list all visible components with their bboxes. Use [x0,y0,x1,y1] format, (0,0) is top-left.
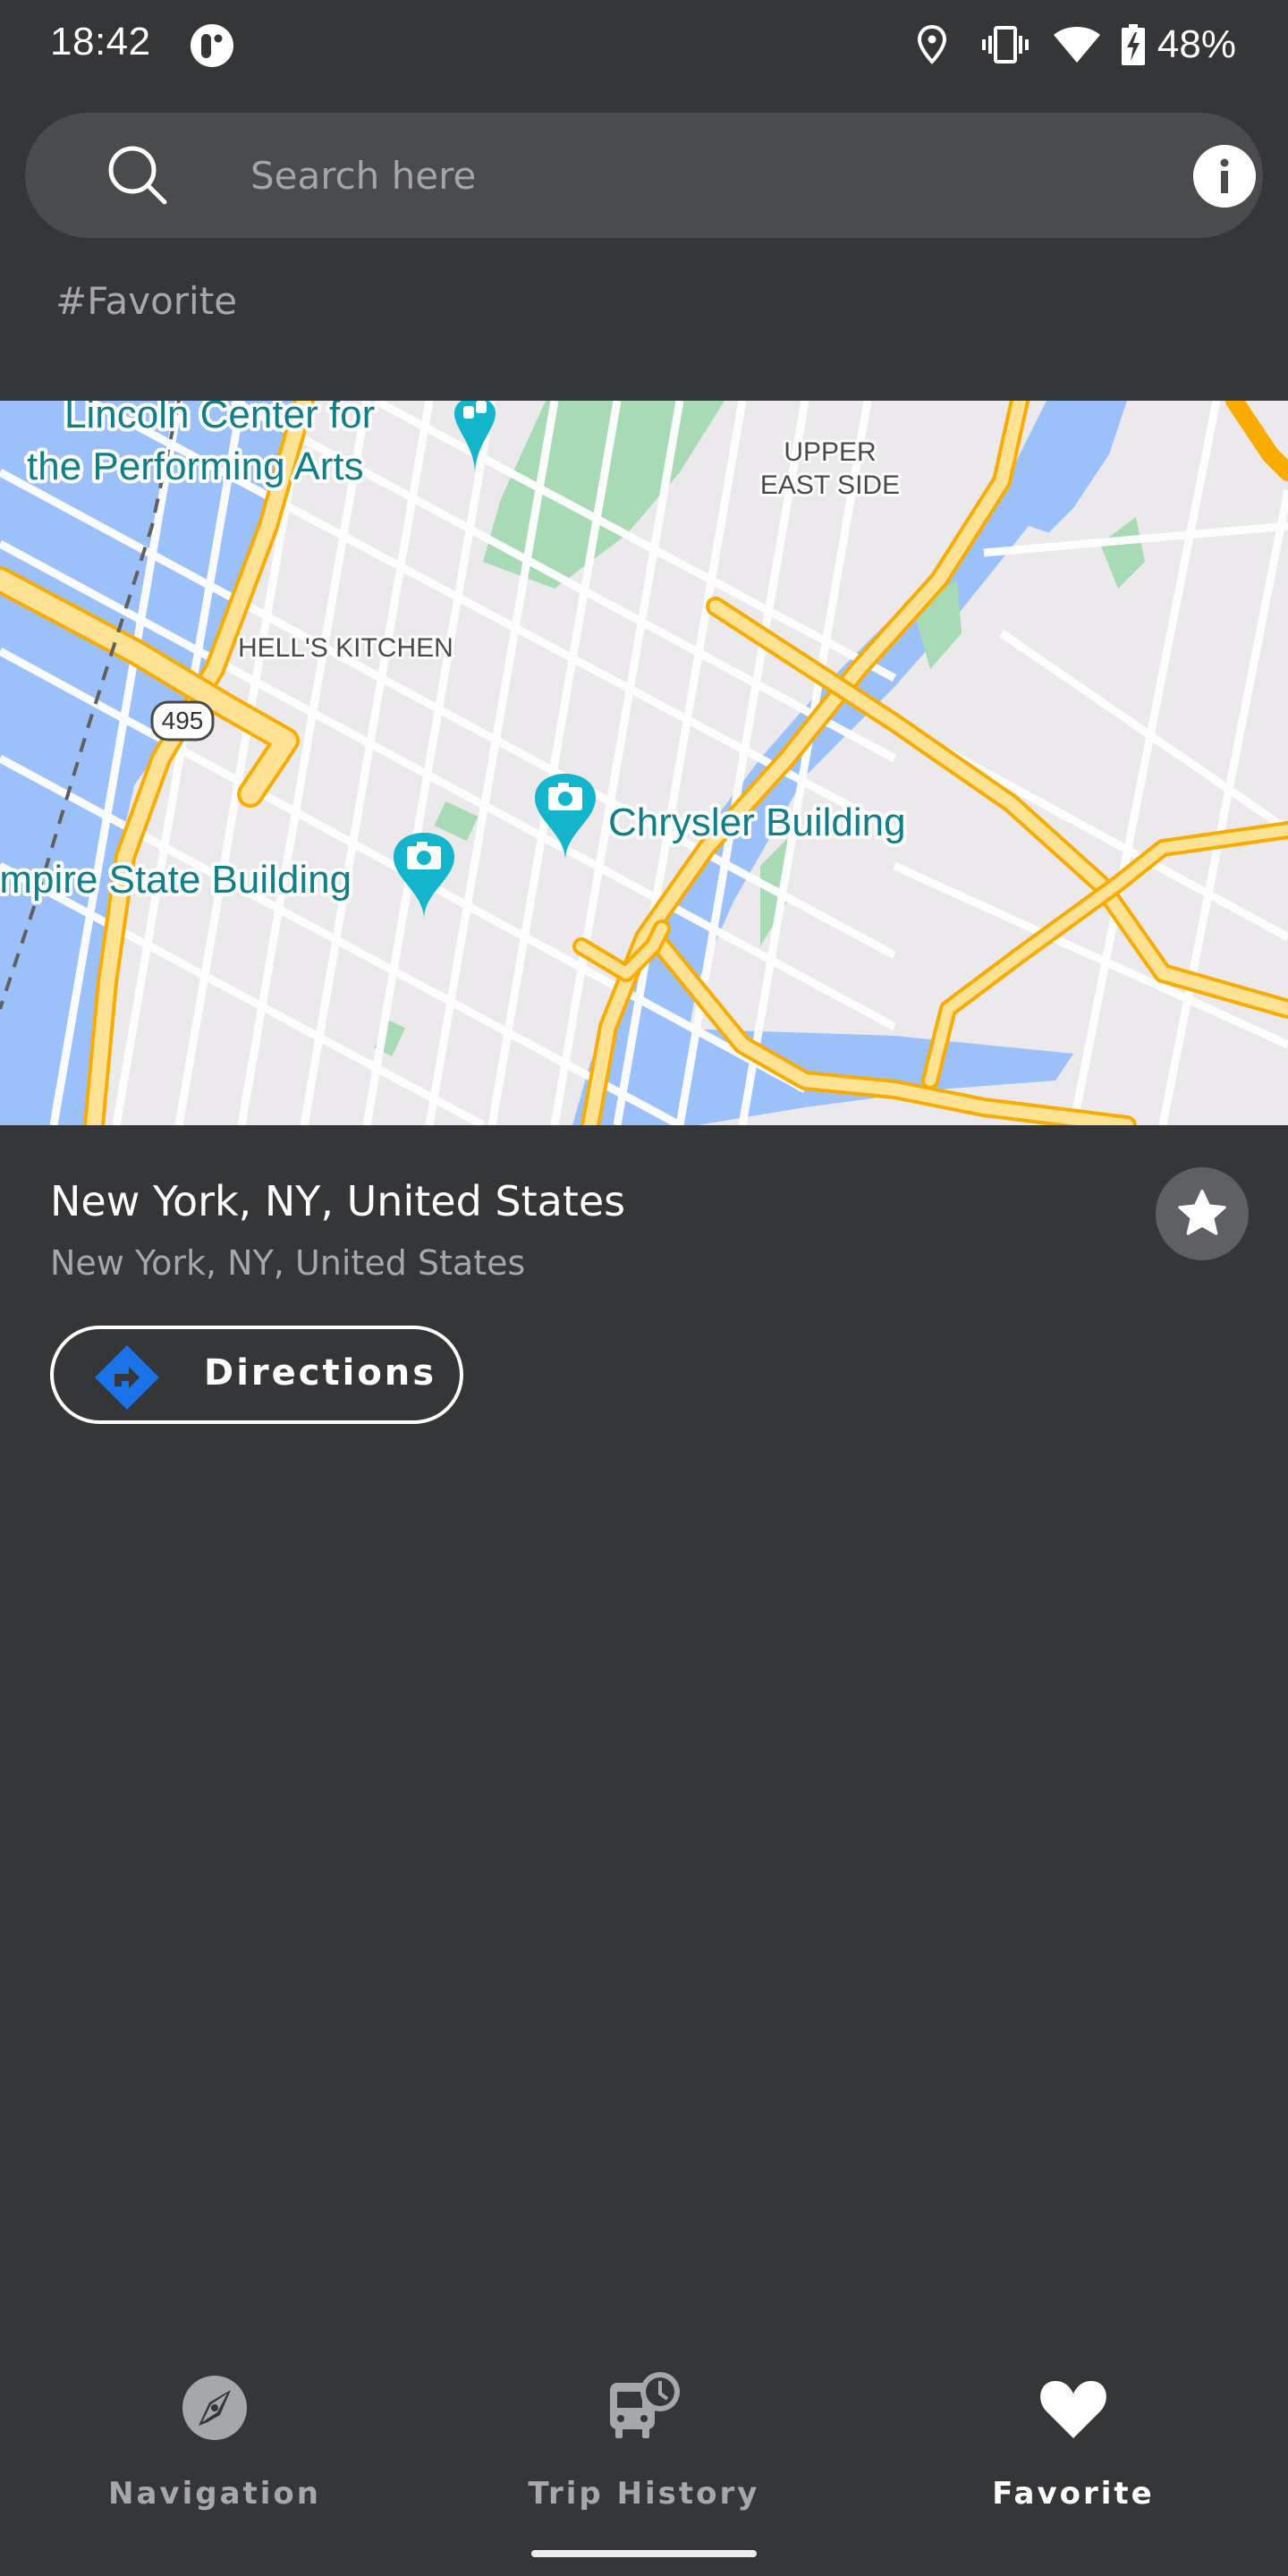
battery-percent: 48% [1157,22,1236,66]
nav-label-favorite: Favorite [992,2476,1155,2512]
star-icon [1178,1190,1226,1235]
status-time: 18:42 [50,20,151,64]
map-label-chrysler-building[interactable]: Chrysler Building [605,797,910,848]
nav-item-trip-history[interactable]: Trip History [429,2343,859,2522]
nav-item-navigation[interactable]: Navigation [0,2343,429,2522]
favorite-tag-label: #Favorite [55,279,238,323]
map-label-upper-east-side-2: EAST SIDE [760,470,900,500]
heart-icon [1040,2381,1106,2438]
info-icon[interactable] [1193,145,1256,208]
map-label-lincoln-center-2[interactable]: the Performing Arts [23,441,368,492]
place-subtitle: New York, NY, United States [50,1243,526,1283]
nav-label-trip-history: Trip History [528,2476,760,2512]
map-canvas[interactable]: 495 Lincoln Center for the Performing Ar… [0,401,1288,1125]
status-bar: 18:42 48% [0,0,1288,89]
compass-icon [182,2376,247,2440]
bus-clock-icon [610,2372,680,2438]
map-label-hells-kitchen: HELL'S KITCHEN [238,633,453,663]
map-park-small-1 [434,801,479,842]
search-input[interactable] [250,148,1145,202]
bottom-navigation: Navigation Trip History Favorite [0,2343,1288,2540]
map-park-queens [1100,517,1145,589]
directions-button[interactable]: Directions [50,1326,463,1424]
battery-charging-icon [1121,24,1145,65]
status-icons: 48% [916,20,1236,70]
vibrate-icon [981,26,1029,64]
route-495-label: 495 [162,707,204,734]
directions-label: Directions [204,1352,437,1394]
search-bar[interactable] [25,113,1263,238]
location-pin-icon [917,24,946,64]
home-indicator[interactable] [531,2550,757,2557]
favorite-star-button[interactable] [1156,1167,1249,1260]
map-view[interactable]: 495 Lincoln Center for the Performing Ar… [0,401,1288,1125]
map-label-lincoln-center-1[interactable]: Lincoln Center for [61,401,378,440]
map-label-upper-east-side-1: UPPER [784,437,876,467]
app-notification-icon [191,24,233,67]
place-title: New York, NY, United States [50,1177,626,1225]
map-label-empire-state-building[interactable]: Empire State Building [0,854,355,905]
search-icon[interactable] [106,143,170,208]
directions-icon [95,1345,159,1410]
nav-label-navigation: Navigation [108,2476,321,2512]
nav-item-favorite[interactable]: Favorite [859,2343,1288,2522]
route-495-shield: 495 [150,700,215,741]
wifi-icon [1053,27,1100,63]
